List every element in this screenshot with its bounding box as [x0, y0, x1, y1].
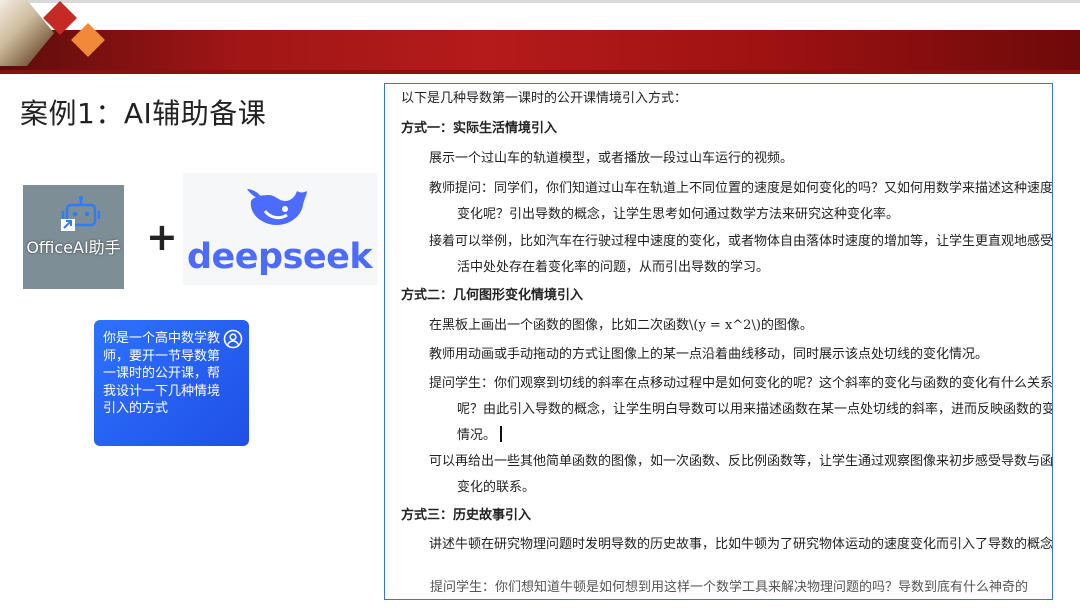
- doc-paragraph: 接着可以举例，比如汽车在行驶过程中速度的变化，或者物体自由落体时速度的增加等，让…: [429, 234, 1053, 275]
- doc-paragraph: 讲述牛顿在研究物理问题时发明导数的历史故事，比如牛顿为了研究物体运动的速度变化而…: [429, 537, 1053, 552]
- doc-intro: 以下是几种导数第一课时的公开课情境引入方式：: [401, 91, 688, 106]
- deepseek-logo[interactable]: deepseek: [183, 173, 378, 285]
- ai-response-document[interactable]: 以下是几种导数第一课时的公开课情境引入方式： 方式一：实际生活情境引入 展示一个…: [384, 83, 1053, 600]
- top-border: [0, 0, 1080, 3]
- user-icon: [223, 329, 243, 349]
- prompt-bubble: 你是一个高中数学教师，要开一节导数第一课时的公开课，帮我设计一下几种情境引入的方…: [94, 320, 249, 446]
- robot-icon: [61, 195, 101, 231]
- doc-paragraph: 可以再给出一些其他简单函数的图像，如一次函数、反比例函数等，让学生通过观察图像来…: [429, 454, 1053, 495]
- section-heading: 方式三：历史故事引入: [401, 508, 532, 523]
- whale-icon: [247, 189, 307, 225]
- plus-sign: +: [146, 215, 178, 259]
- doc-paragraph: 提问学生：你们观察到切线的斜率在点移动过程中是如何变化的呢？这个斜率的变化与函数…: [429, 371, 1053, 449]
- page-title: 案例1：AI辅助备课: [20, 97, 267, 130]
- prompt-text: 你是一个高中数学教师，要开一节导数第一课时的公开课，帮我设计一下几种情境引入的方…: [103, 331, 221, 416]
- officeai-label: OfficeAI助手: [26, 238, 121, 257]
- section-heading: 方式二：几何图形变化情境引入: [401, 288, 584, 303]
- doc-paragraph: 教师提问：同学们，你们知道过山车在轨道上不同位置的速度是如何变化的吗？又如何用数…: [429, 181, 1053, 222]
- doc-paragraph: 展示一个过山车的轨道模型，或者播放一段过山车运行的视频。: [429, 151, 794, 166]
- officeai-tile[interactable]: OfficeAI助手: [23, 185, 124, 289]
- section-heading: 方式一：实际生活情境引入: [401, 121, 558, 136]
- doc-paragraph-text: 提问学生：你们观察到切线的斜率在点移动过程中是如何变化的呢？这个斜率的变化与函数…: [429, 376, 1053, 443]
- deepseek-wordmark: deepseek: [187, 237, 373, 277]
- doc-paragraph: 在黑板上画出一个函数的图像，比如二次函数\(y = x^2\)的图像。: [429, 318, 813, 333]
- doc-paragraph: 教师用动画或手动拖动的方式让图像上的某一点沿着曲线移动，同时展示该点处切线的变化…: [429, 347, 989, 362]
- doc-cut-off-line: 提问学生：你们想知道牛顿是如何想到用这样一个数学工具来解决物理问题的吗？导数到底…: [430, 580, 1029, 595]
- header-stripe: [0, 70, 1080, 74]
- header-banner: [0, 30, 1080, 70]
- text-cursor: [500, 426, 502, 442]
